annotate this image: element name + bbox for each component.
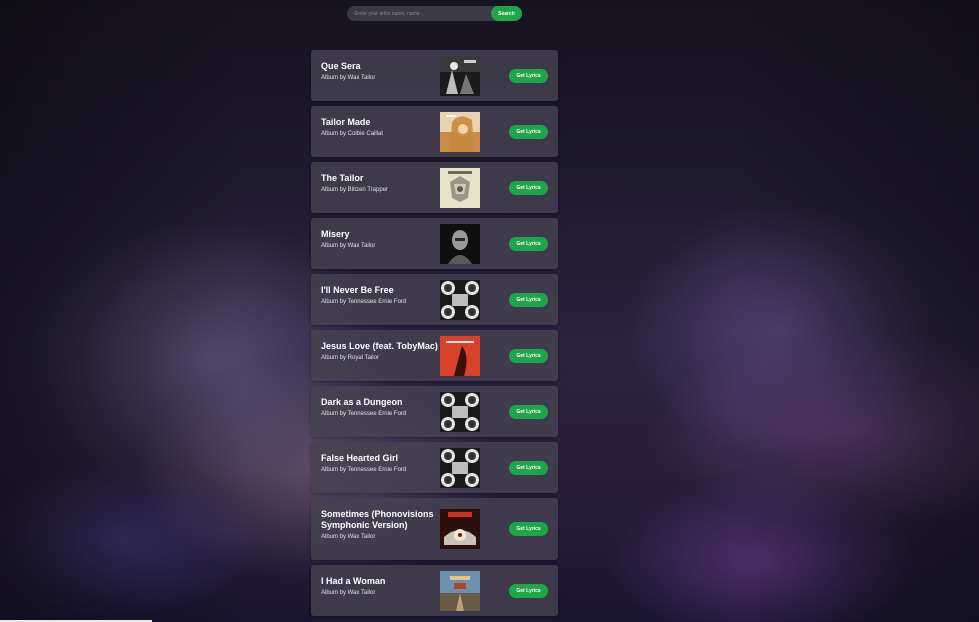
song-title: Dark as a Dungeon [321, 397, 403, 407]
results-list: Que Sera Album by Wax Tailor Get Lyrics … [311, 50, 558, 621]
search-input[interactable] [347, 6, 492, 21]
song-title: Tailor Made [321, 117, 371, 127]
result-text: Misery Album by Wax Tailor [321, 229, 439, 250]
album-artist: Album by Wax Tailor [321, 534, 376, 540]
album-artist: Album by Wax Tailor [321, 590, 376, 596]
album-artist: Album by Blitzen Trapper [321, 187, 389, 193]
result-text: Dark as a Dungeon Album by Tennessee Ern… [321, 397, 439, 418]
get-lyrics-button[interactable]: Get Lyrics [509, 404, 548, 419]
get-lyrics-button[interactable]: Get Lyrics [509, 583, 548, 598]
album-artist: Album by Colbie Caillat [321, 131, 384, 137]
result-text: Que Sera Album by Wax Tailor [321, 61, 439, 82]
result-card: I Had a Woman Album by Wax Tailor Get Ly… [311, 565, 558, 616]
result-text: I'll Never Be Free Album by Tennessee Er… [321, 285, 439, 306]
result-card: I'll Never Be Free Album by Tennessee Er… [311, 274, 558, 325]
album-cover [440, 570, 480, 611]
song-title: Sometimes (Phonovisions Symphonic Versio… [321, 509, 434, 530]
get-lyrics-button[interactable]: Get Lyrics [509, 236, 548, 251]
get-lyrics-button[interactable]: Get Lyrics [509, 348, 548, 363]
result-card: False Hearted Girl Album by Tennessee Er… [311, 442, 558, 493]
song-title: Misery [321, 229, 350, 239]
album-artist: Album by Tennessee Ernie Ford [321, 299, 407, 305]
get-lyrics-button[interactable]: Get Lyrics [509, 522, 548, 536]
song-title: Jesus Love (feat. TobyMac) [321, 341, 438, 351]
search-button[interactable]: Search [491, 6, 522, 21]
song-title: False Hearted Girl [321, 453, 399, 463]
album-cover [440, 335, 480, 376]
get-lyrics-button[interactable]: Get Lyrics [509, 460, 548, 475]
get-lyrics-button[interactable]: Get Lyrics [509, 292, 548, 307]
get-lyrics-button[interactable]: Get Lyrics [509, 68, 548, 83]
album-cover [440, 391, 480, 432]
result-card: Sometimes (Phonovisions Symphonic Versio… [311, 498, 558, 560]
get-lyrics-button[interactable]: Get Lyrics [509, 124, 548, 139]
result-text: I Had a Woman Album by Wax Tailor [321, 576, 439, 597]
result-card: Jesus Love (feat. TobyMac) Album by Roya… [311, 330, 558, 381]
get-lyrics-button[interactable]: Get Lyrics [509, 180, 548, 195]
result-text: False Hearted Girl Album by Tennessee Er… [321, 453, 439, 474]
album-cover [440, 111, 480, 152]
result-text: Sometimes (Phonovisions Symphonic Versio… [321, 509, 439, 541]
song-title: I'll Never Be Free [321, 285, 394, 295]
album-cover [440, 167, 480, 208]
result-card: Misery Album by Wax Tailor Get Lyrics [311, 218, 558, 269]
album-artist: Album by Wax Tailor [321, 75, 376, 81]
album-cover [440, 279, 480, 320]
song-title: The Tailor [321, 173, 364, 183]
song-title: I Had a Woman [321, 576, 386, 586]
album-artist: Album by Wax Tailor [321, 243, 376, 249]
album-artist: Album by Tennessee Ernie Ford [321, 411, 407, 417]
album-cover [440, 509, 480, 549]
album-cover [440, 447, 480, 488]
song-title: Que Sera [321, 61, 361, 71]
album-cover [440, 223, 480, 264]
result-text: Jesus Love (feat. TobyMac) Album by Roya… [321, 341, 439, 362]
result-card: Tailor Made Album by Colbie Caillat Get … [311, 106, 558, 157]
result-text: The Tailor Album by Blitzen Trapper [321, 173, 439, 194]
album-artist: Album by Tennessee Ernie Ford [321, 467, 407, 473]
result-card: Que Sera Album by Wax Tailor Get Lyrics [311, 50, 558, 101]
result-card: Dark as a Dungeon Album by Tennessee Ern… [311, 386, 558, 437]
album-artist: Album by Royal Tailor [321, 355, 379, 361]
result-text: Tailor Made Album by Colbie Caillat [321, 117, 439, 138]
search-bar: Search [347, 6, 522, 21]
album-cover [440, 55, 480, 96]
result-card: The Tailor Album by Blitzen Trapper Get … [311, 162, 558, 213]
